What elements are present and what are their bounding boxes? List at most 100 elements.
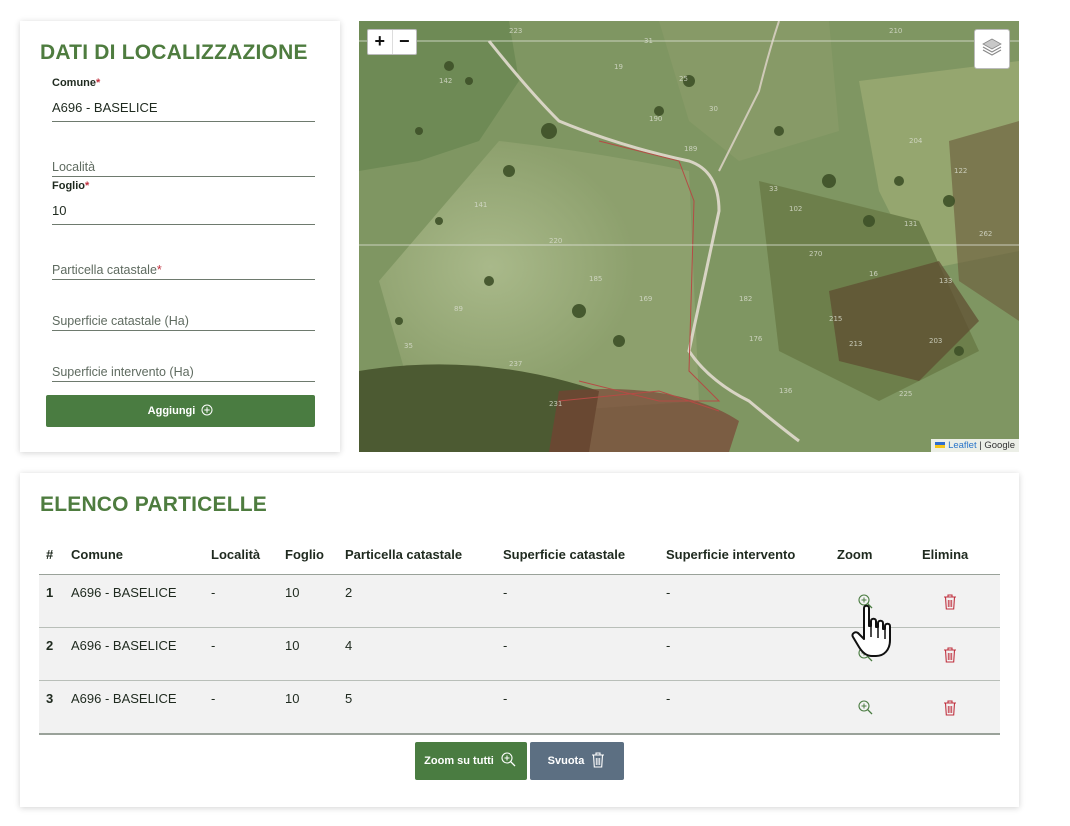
svg-text:16: 16 [869, 270, 878, 278]
table-header: # Comune Località Foglio Particella cata… [39, 541, 1000, 575]
svg-text:190: 190 [649, 115, 662, 123]
localita-field[interactable]: Località [52, 132, 315, 177]
superficie-catastale-field[interactable]: Superficie catastale (Ha) [52, 286, 315, 331]
svg-text:141: 141 [474, 201, 487, 209]
svg-text:33: 33 [769, 185, 778, 193]
svg-text:89: 89 [454, 305, 463, 313]
svg-text:133: 133 [939, 277, 952, 285]
svg-text:270: 270 [809, 250, 822, 258]
particella-placeholder: Particella catastale* [52, 263, 162, 277]
col-header: # [46, 547, 54, 562]
col-header: Elimina [922, 547, 969, 562]
row-number: 3 [46, 691, 54, 706]
cell-foglio: 10 [285, 691, 300, 706]
svg-text:220: 220 [549, 237, 562, 245]
svg-text:102: 102 [789, 205, 802, 213]
col-header: Foglio [285, 547, 324, 562]
cell-particella: 4 [345, 638, 353, 653]
add-button[interactable]: Aggiungi [46, 395, 315, 427]
svg-text:35: 35 [404, 342, 413, 350]
map-attribution: Leaflet | Google [931, 439, 1019, 452]
layers-button[interactable] [974, 29, 1010, 69]
foglio-value[interactable]: 10 [52, 203, 66, 218]
superficie-catastale-placeholder: Superficie catastale (Ha) [52, 314, 189, 328]
map-imagery: 223 142 31 19 25 30 190 189 210 102 204 122 141 3… [359, 21, 1019, 452]
svg-text:182: 182 [739, 295, 752, 303]
comune-value[interactable]: A696 - BASELICE [52, 100, 158, 115]
cell-localita: - [211, 691, 216, 706]
localita-placeholder: Località [52, 160, 96, 174]
trash-icon[interactable] [942, 646, 958, 669]
trash-icon [590, 751, 606, 772]
svg-text:213: 213 [849, 340, 862, 348]
cell-comune: A696 - BASELICE [71, 585, 177, 600]
localization-form-card: DATI DI LOCALIZZAZIONE Comune* A696 - BA… [20, 21, 340, 452]
svg-text:203: 203 [929, 337, 942, 345]
svg-text:122: 122 [954, 167, 967, 175]
svg-text:136: 136 [779, 387, 793, 395]
map-zoom-control: + − [367, 29, 417, 55]
cell-particella: 5 [345, 691, 353, 706]
svg-text:30: 30 [709, 105, 718, 113]
add-button-label: Aggiungi [147, 405, 196, 417]
svg-text:169: 169 [639, 295, 652, 303]
list-title: ELENCO PARTICELLE [40, 493, 268, 516]
zoom-all-label: Zoom su tutti [424, 755, 494, 767]
svg-text:231: 231 [549, 400, 562, 408]
svg-text:262: 262 [979, 230, 992, 238]
cell-sup-catastale: - [503, 691, 508, 706]
foglio-label: Foglio* [52, 180, 90, 192]
svg-text:225: 225 [899, 390, 912, 398]
col-header: Zoom [837, 547, 873, 562]
layers-icon [981, 37, 1003, 62]
svg-text:189: 189 [684, 145, 697, 153]
cell-localita: - [211, 585, 216, 600]
foglio-field[interactable]: Foglio* 10 [52, 180, 315, 225]
col-header: Particella catastale [345, 547, 463, 562]
col-header: Superficie catastale [503, 547, 626, 562]
col-header: Località [211, 547, 261, 562]
attribution-source: Google [984, 440, 1015, 451]
superficie-intervento-placeholder: Superficie intervento (Ha) [52, 365, 194, 379]
col-header: Superficie intervento [666, 547, 796, 562]
ukraine-flag-icon [935, 442, 946, 449]
zoom-all-button[interactable]: Zoom su tutti [415, 742, 527, 780]
empty-list-button[interactable]: Svuota [530, 742, 624, 780]
cell-sup-intervento: - [666, 585, 671, 600]
table-row: 3 A696 - BASELICE - 10 5 - - [39, 681, 1000, 735]
svg-text:31: 31 [644, 37, 653, 45]
svg-text:185: 185 [589, 275, 602, 283]
superficie-intervento-field[interactable]: Superficie intervento (Ha) [52, 337, 315, 382]
particella-field[interactable]: Particella catastale* [52, 235, 315, 280]
zoom-in-button[interactable]: + [368, 30, 393, 54]
svg-text:210: 210 [889, 27, 902, 35]
comune-field[interactable]: Comune* A696 - BASELICE [52, 77, 315, 122]
cell-sup-intervento: - [666, 691, 671, 706]
empty-list-label: Svuota [547, 755, 585, 767]
hand-pointer-icon [850, 604, 896, 665]
svg-text:237: 237 [509, 360, 522, 368]
svg-text:19: 19 [614, 63, 623, 71]
satellite-map[interactable]: 223 142 31 19 25 30 190 189 210 102 204 122 141 3… [359, 21, 1019, 452]
cell-sup-intervento: - [666, 638, 671, 653]
cell-comune: A696 - BASELICE [71, 691, 177, 706]
form-title: DATI DI LOCALIZZAZIONE [40, 41, 308, 64]
trash-icon[interactable] [942, 593, 958, 616]
zoom-out-button[interactable]: − [393, 30, 417, 54]
trash-icon[interactable] [942, 699, 958, 722]
zoom-in-icon[interactable] [857, 699, 875, 722]
cell-sup-catastale: - [503, 585, 508, 600]
cell-comune: A696 - BASELICE [71, 638, 177, 653]
cell-foglio: 10 [285, 638, 300, 653]
leaflet-link[interactable]: Leaflet [948, 440, 977, 451]
svg-text:25: 25 [679, 75, 688, 83]
row-number: 1 [46, 585, 54, 600]
cell-particella: 2 [345, 585, 353, 600]
svg-text:176: 176 [749, 335, 763, 343]
cell-foglio: 10 [285, 585, 300, 600]
svg-text:215: 215 [829, 315, 842, 323]
cell-sup-catastale: - [503, 638, 508, 653]
zoom-in-icon [500, 751, 518, 772]
col-header: Comune [71, 547, 123, 562]
svg-text:131: 131 [904, 220, 917, 228]
